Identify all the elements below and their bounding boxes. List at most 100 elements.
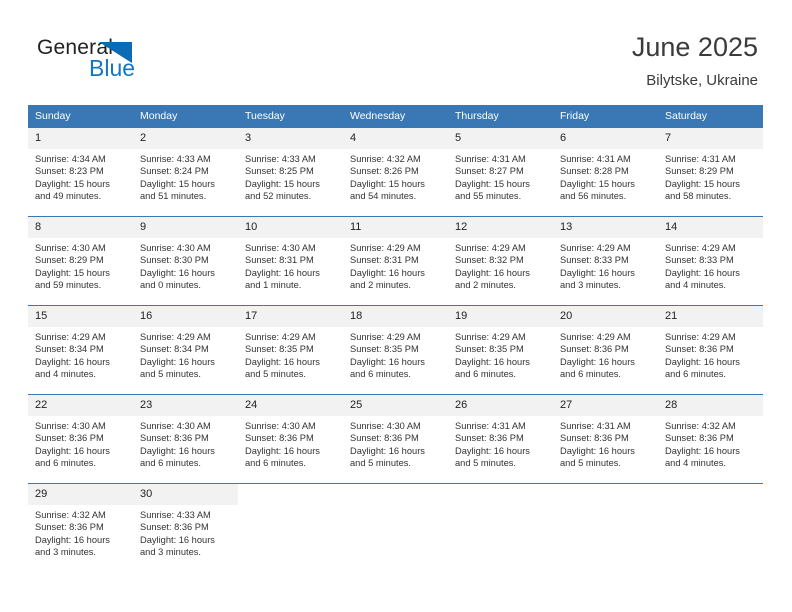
day-detail-daylight-line2: and 6 minutes. — [665, 368, 726, 379]
calendar-day-cell[interactable]: 17 Sunrise: 4:29 AM Sunset: 8:35 PM Dayligh… — [238, 305, 343, 395]
calendar-day-cell[interactable]: 8 Sunrise: 4:30 AM Sunset: 8:29 PM Daylight… — [28, 216, 133, 306]
day-detail-daylight-line1: Daylight: 16 hours — [140, 445, 215, 456]
calendar-day-cell[interactable]: 21 Sunrise: 4:29 AM Sunset: 8:36 PM Dayligh… — [658, 305, 763, 395]
day-details — [553, 505, 658, 509]
calendar-week-row: 1 Sunrise: 4:34 AM Sunset: 8:23 PM Daylight… — [28, 127, 763, 217]
calendar-day-cell[interactable]: 2 Sunrise: 4:33 AM Sunset: 8:24 PM Daylight… — [133, 127, 238, 217]
day-detail-sunrise: Sunrise: 4:31 AM — [455, 421, 526, 431]
page-title: June 2025 — [631, 32, 758, 62]
day-detail-sunset: Sunset: 8:29 PM — [35, 255, 104, 266]
day-number: 1 — [28, 128, 133, 149]
calendar-day-cell[interactable]: 28 Sunrise: 4:32 AM Sunset: 8:36 PM Dayligh… — [658, 394, 763, 484]
day-cell-inner: 22 Sunrise: 4:30 AM Sunset: 8:36 PM Dayligh… — [28, 395, 133, 483]
calendar-day-cell[interactable]: 15 Sunrise: 4:29 AM Sunset: 8:34 PM Dayligh… — [28, 305, 133, 395]
calendar-day-cell[interactable]: 7 Sunrise: 4:31 AM Sunset: 8:29 PM Daylight… — [658, 127, 763, 217]
calendar-day-cell[interactable]: 12 Sunrise: 4:29 AM Sunset: 8:32 PM Dayligh… — [448, 216, 553, 306]
calendar-day-cell[interactable]: 18 Sunrise: 4:29 AM Sunset: 8:35 PM Dayligh… — [343, 305, 448, 395]
day-detail-sunset: Sunset: 8:28 PM — [560, 166, 629, 177]
general-blue-logo[interactable]: General Blue — [37, 36, 217, 88]
day-detail-daylight-line2: and 6 minutes. — [455, 368, 516, 379]
day-detail-daylight-line1: Daylight: 16 hours — [560, 267, 635, 278]
day-detail-daylight-line1: Daylight: 15 hours — [140, 178, 215, 189]
day-details: Sunrise: 4:31 AM Sunset: 8:28 PM Daylight:… — [553, 149, 658, 202]
day-detail-daylight-line2: and 55 minutes. — [455, 190, 522, 201]
calendar-day-cell[interactable]: 13 Sunrise: 4:29 AM Sunset: 8:33 PM Dayligh… — [553, 216, 658, 306]
calendar-day-cell[interactable]: 11 Sunrise: 4:29 AM Sunset: 8:31 PM Dayligh… — [343, 216, 448, 306]
calendar-day-cell[interactable]: 30 Sunrise: 4:33 AM Sunset: 8:36 PM Dayligh… — [133, 483, 238, 572]
day-detail-sunrise: Sunrise: 4:29 AM — [350, 243, 421, 253]
calendar-day-cell[interactable]: 5 Sunrise: 4:31 AM Sunset: 8:27 PM Daylight… — [448, 127, 553, 217]
day-number — [448, 484, 553, 505]
day-cell-inner: 19 Sunrise: 4:29 AM Sunset: 8:35 PM Dayligh… — [448, 306, 553, 394]
day-detail-sunrise: Sunrise: 4:32 AM — [665, 421, 736, 431]
day-cell-inner: 23 Sunrise: 4:30 AM Sunset: 8:36 PM Dayligh… — [133, 395, 238, 483]
weekday-header-monday: Monday — [133, 105, 238, 128]
day-detail-sunset: Sunset: 8:25 PM — [245, 166, 314, 177]
calendar-day-cell[interactable]: 25 Sunrise: 4:30 AM Sunset: 8:36 PM Dayligh… — [343, 394, 448, 484]
day-detail-sunrise: Sunrise: 4:29 AM — [560, 243, 631, 253]
day-detail-daylight-line1: Daylight: 16 hours — [455, 267, 530, 278]
day-details: Sunrise: 4:29 AM Sunset: 8:35 PM Daylight:… — [448, 327, 553, 380]
day-number — [238, 484, 343, 505]
day-details: Sunrise: 4:29 AM Sunset: 8:35 PM Daylight:… — [238, 327, 343, 380]
day-details: Sunrise: 4:32 AM Sunset: 8:26 PM Daylight:… — [343, 149, 448, 202]
weekday-header-thursday: Thursday — [448, 105, 553, 128]
day-detail-daylight-line1: Daylight: 16 hours — [140, 356, 215, 367]
calendar-day-cell[interactable]: 10 Sunrise: 4:30 AM Sunset: 8:31 PM Dayligh… — [238, 216, 343, 306]
day-detail-daylight-line1: Daylight: 15 hours — [455, 178, 530, 189]
day-detail-daylight-line1: Daylight: 16 hours — [560, 356, 635, 367]
day-cell-inner: 28 Sunrise: 4:32 AM Sunset: 8:36 PM Dayligh… — [658, 395, 763, 483]
calendar-day-cell[interactable]: 6 Sunrise: 4:31 AM Sunset: 8:28 PM Daylight… — [553, 127, 658, 217]
calendar-day-cell[interactable]: 29 Sunrise: 4:32 AM Sunset: 8:36 PM Dayligh… — [28, 483, 133, 572]
calendar-day-cell[interactable]: 4 Sunrise: 4:32 AM Sunset: 8:26 PM Daylight… — [343, 127, 448, 217]
day-detail-daylight-line2: and 5 minutes. — [245, 368, 306, 379]
calendar-day-cell[interactable]: 19 Sunrise: 4:29 AM Sunset: 8:35 PM Dayligh… — [448, 305, 553, 395]
title-block: June 2025 Bilytske, Ukraine — [632, 30, 758, 90]
calendar-day-cell[interactable]: 14 Sunrise: 4:29 AM Sunset: 8:33 PM Dayligh… — [658, 216, 763, 306]
day-detail-sunrise: Sunrise: 4:33 AM — [245, 154, 316, 164]
calendar-day-cell[interactable]: 1 Sunrise: 4:34 AM Sunset: 8:23 PM Daylight… — [28, 127, 133, 217]
calendar-day-cell[interactable]: 23 Sunrise: 4:30 AM Sunset: 8:36 PM Dayligh… — [133, 394, 238, 484]
day-number: 17 — [238, 306, 343, 327]
calendar-day-cell[interactable]: 20 Sunrise: 4:29 AM Sunset: 8:36 PM Dayligh… — [553, 305, 658, 395]
day-detail-daylight-line1: Daylight: 16 hours — [350, 445, 425, 456]
day-details — [448, 505, 553, 509]
day-details: Sunrise: 4:32 AM Sunset: 8:36 PM Daylight:… — [28, 505, 133, 558]
day-cell-inner — [238, 484, 343, 572]
calendar-day-cell[interactable]: 26 Sunrise: 4:31 AM Sunset: 8:36 PM Dayligh… — [448, 394, 553, 484]
day-detail-sunrise: Sunrise: 4:29 AM — [350, 332, 421, 342]
day-detail-daylight-line2: and 6 minutes. — [35, 457, 96, 468]
day-detail-sunset: Sunset: 8:33 PM — [560, 255, 629, 266]
day-detail-sunset: Sunset: 8:34 PM — [140, 344, 209, 355]
calendar-day-cell[interactable]: 24 Sunrise: 4:30 AM Sunset: 8:36 PM Dayligh… — [238, 394, 343, 484]
day-cell-inner: 16 Sunrise: 4:29 AM Sunset: 8:34 PM Dayligh… — [133, 306, 238, 394]
calendar-day-cell[interactable]: 27 Sunrise: 4:31 AM Sunset: 8:36 PM Dayligh… — [553, 394, 658, 484]
day-detail-daylight-line1: Daylight: 16 hours — [665, 267, 740, 278]
calendar-week-row: 22 Sunrise: 4:30 AM Sunset: 8:36 PM Dayligh… — [28, 394, 763, 484]
day-detail-sunrise: Sunrise: 4:32 AM — [35, 510, 106, 520]
day-cell-inner: 15 Sunrise: 4:29 AM Sunset: 8:34 PM Dayligh… — [28, 306, 133, 394]
logo-text-blue: Blue — [89, 55, 136, 81]
day-detail-sunset: Sunset: 8:36 PM — [350, 433, 419, 444]
day-detail-daylight-line2: and 3 minutes. — [140, 546, 201, 557]
day-detail-sunset: Sunset: 8:30 PM — [140, 255, 209, 266]
day-detail-sunset: Sunset: 8:36 PM — [35, 522, 104, 533]
day-detail-sunset: Sunset: 8:24 PM — [140, 166, 209, 177]
calendar-empty-cell — [553, 483, 658, 572]
calendar-day-cell[interactable]: 9 Sunrise: 4:30 AM Sunset: 8:30 PM Daylight… — [133, 216, 238, 306]
calendar-week-row: 29 Sunrise: 4:32 AM Sunset: 8:36 PM Dayligh… — [28, 483, 763, 572]
day-detail-sunrise: Sunrise: 4:30 AM — [245, 243, 316, 253]
calendar-day-cell[interactable]: 16 Sunrise: 4:29 AM Sunset: 8:34 PM Dayligh… — [133, 305, 238, 395]
day-details: Sunrise: 4:30 AM Sunset: 8:36 PM Daylight:… — [133, 416, 238, 469]
calendar-day-cell[interactable]: 22 Sunrise: 4:30 AM Sunset: 8:36 PM Dayligh… — [28, 394, 133, 484]
day-detail-daylight-line1: Daylight: 16 hours — [665, 445, 740, 456]
day-number: 18 — [343, 306, 448, 327]
day-cell-inner — [658, 484, 763, 572]
day-detail-sunrise: Sunrise: 4:30 AM — [245, 421, 316, 431]
calendar-day-cell[interactable]: 3 Sunrise: 4:33 AM Sunset: 8:25 PM Daylight… — [238, 127, 343, 217]
day-details: Sunrise: 4:34 AM Sunset: 8:23 PM Daylight:… — [28, 149, 133, 202]
day-detail-sunrise: Sunrise: 4:29 AM — [665, 332, 736, 342]
day-details: Sunrise: 4:30 AM Sunset: 8:31 PM Daylight:… — [238, 238, 343, 291]
day-detail-daylight-line2: and 56 minutes. — [560, 190, 627, 201]
day-cell-inner: 11 Sunrise: 4:29 AM Sunset: 8:31 PM Dayligh… — [343, 217, 448, 305]
